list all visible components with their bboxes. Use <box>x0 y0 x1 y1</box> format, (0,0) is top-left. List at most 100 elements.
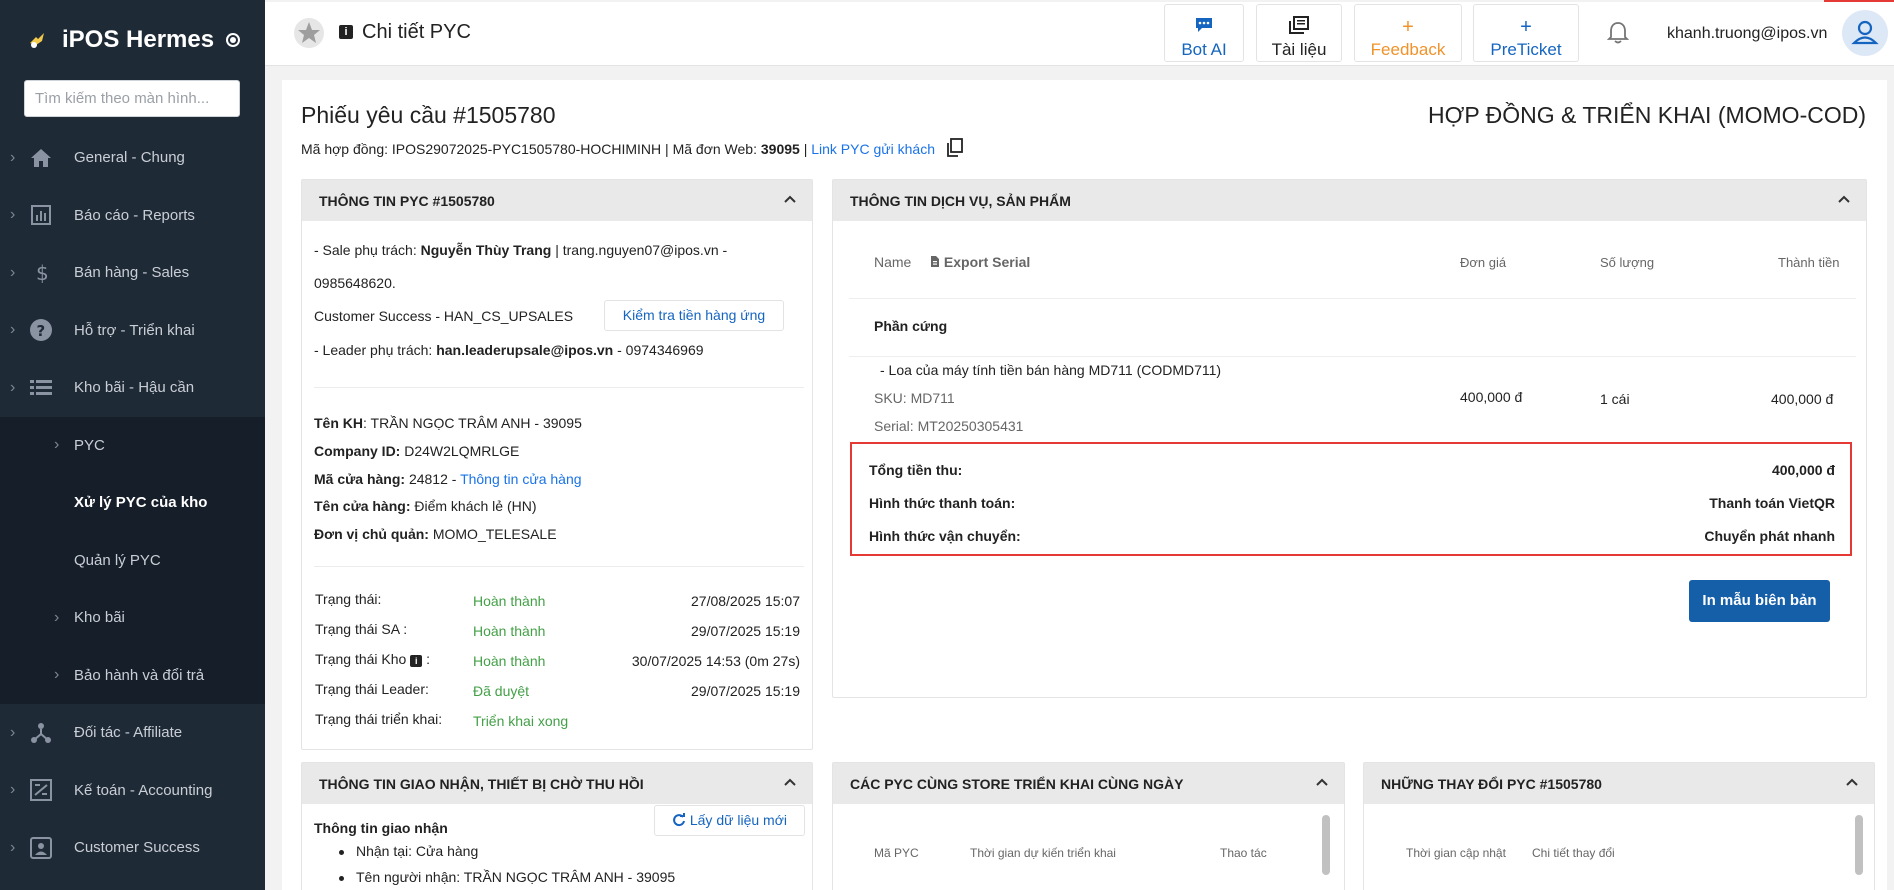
summary-value: Chuyển phát nhanh <box>1704 528 1835 544</box>
col-header: Thời gian cập nhật <box>1406 846 1506 860</box>
report-icon <box>31 205 51 226</box>
sidebar: iPOS Hermes › General - Chung › Báo cáo … <box>0 0 265 890</box>
divider <box>849 356 1856 357</box>
summary-row: Tổng tiền thu: 400,000 đ <box>869 462 1835 478</box>
sidebar-item-sales[interactable]: › $ Bán hàng - Sales <box>0 244 265 302</box>
chevron-right-icon: › <box>54 666 60 684</box>
summary-row: Hình thức vận chuyển: Chuyển phát nhanh <box>869 528 1835 544</box>
chevron-right-icon: › <box>10 263 16 281</box>
company-value: D24W2LQMRLGE <box>404 443 520 459</box>
customer-link[interactable]: Link PYC gửi khách <box>811 141 935 157</box>
sidebar-subitem-process-pyc[interactable]: Xử lý PYC của kho <box>0 474 265 532</box>
summary-value: 400,000 đ <box>1771 462 1835 478</box>
preticket-label: PreTicket <box>1490 40 1562 59</box>
col-price: Đơn giá <box>1460 255 1507 270</box>
scrollbar[interactable] <box>1855 815 1863 875</box>
sidebar-item-support[interactable]: › ? Hỗ trợ - Triển khai <box>0 302 265 360</box>
documents-button[interactable]: Tài liệu <box>1256 4 1342 62</box>
panel-header[interactable]: THÔNG TIN PYC #1505780 <box>302 180 812 221</box>
bell-icon[interactable] <box>1605 20 1631 46</box>
check-advance-button[interactable]: Kiểm tra tiền hàng ứng <box>604 300 784 331</box>
sale-contact: | trang.nguyen07@ipos.vn - <box>555 242 728 258</box>
export-serial-button[interactable]: Export Serial <box>930 254 1030 270</box>
file-icon <box>931 256 939 267</box>
summary-label: Tổng tiền thu: <box>869 462 963 478</box>
sidebar-subitem-warehouse[interactable]: › Kho bãi <box>0 589 265 647</box>
main-content: Phiếu yêu cầu #1505780 Mã hợp đồng: IPOS… <box>282 80 1887 890</box>
brand-title: iPOS Hermes <box>62 26 215 53</box>
status-value: Hoàn thành <box>473 653 546 669</box>
summary-box: Tổng tiền thu: 400,000 đ Hình thức thanh… <box>850 442 1852 556</box>
status-time: 30/07/2025 14:53 (0m 27s) <box>631 653 800 669</box>
home-icon <box>31 148 51 167</box>
status-label: Trạng thái SA : <box>315 621 408 637</box>
avatar[interactable] <box>1842 10 1888 56</box>
col-header: Thao tác <box>1220 846 1267 860</box>
col-header: Chi tiết thay đổi <box>1532 846 1615 860</box>
print-template-button[interactable]: In mẫu biên bản <box>1689 580 1830 622</box>
status-label: Trạng thái triển khai: <box>315 711 443 727</box>
bot-ai-button[interactable]: Bot AI <box>1164 4 1244 62</box>
sidebar-subitem-warranty[interactable]: › Bảo hành và đổi trả <box>0 647 265 705</box>
sidebar-item-affiliate[interactable]: › Đối tác - Affiliate <box>0 704 265 762</box>
panel-header[interactable]: THÔNG TIN DỊCH VỤ, SẢN PHẨM <box>833 180 1866 221</box>
info-icon: i <box>410 655 423 667</box>
status-label-suffix: : <box>422 651 430 667</box>
preticket-button[interactable]: + PreTicket <box>1473 4 1579 62</box>
col-name: Name <box>874 254 912 270</box>
leader-prefix: - Leader phụ trách: <box>314 342 433 358</box>
user-email[interactable]: khanh.truong@ipos.vn <box>1667 25 1827 43</box>
separator: | <box>803 141 808 157</box>
help-icon: ? <box>30 319 52 342</box>
sidebar-subitem-pyc[interactable]: › PYC <box>0 417 265 475</box>
chevron-up-icon[interactable] <box>782 774 798 790</box>
svg-text:$: $ <box>36 261 49 285</box>
star-icon[interactable] <box>293 17 325 49</box>
user-icon <box>1851 20 1879 45</box>
scrollbar[interactable] <box>1322 815 1330 875</box>
customer-icon <box>30 836 52 859</box>
sidebar-item-accounting[interactable]: › Kế toán - Accounting <box>0 762 265 820</box>
same-store-panel: CÁC PYC CÙNG STORE TRIỂN KHAI CÙNG NGÀY … <box>832 762 1345 890</box>
feedback-button[interactable]: + Feedback <box>1354 4 1462 62</box>
sale-name: Nguyễn Thùy Trang <box>420 242 552 258</box>
status-time: 27/08/2025 15:07 <box>691 593 800 609</box>
chevron-up-icon[interactable] <box>1314 774 1330 790</box>
chevron-up-icon[interactable] <box>1836 191 1852 207</box>
store-info-link[interactable]: Thông tin cửa hàng <box>460 471 581 487</box>
col-header: Mã PYC <box>874 846 919 860</box>
leader-line: - Leader phụ trách: han.leaderupsale@ipo… <box>314 342 704 358</box>
sidebar-item-customer-success[interactable]: › Customer Success <box>0 819 265 877</box>
library-icon <box>1257 16 1341 38</box>
documents-label: Tài liệu <box>1271 40 1327 59</box>
chevron-right-icon: › <box>10 206 16 224</box>
request-title: Phiếu yêu cầu #1505780 <box>301 102 556 128</box>
store-code-value: 24812 - <box>408 471 457 487</box>
chevron-up-icon[interactable] <box>1844 774 1860 790</box>
chevron-right-icon: › <box>10 148 16 166</box>
panel-header[interactable]: THÔNG TIN GIAO NHẬN, THIẾT BỊ CHỜ THU HỒ… <box>302 763 812 804</box>
refresh-data-button[interactable]: Lấy dữ liệu mới <box>654 805 805 836</box>
sidebar-item-warehouse[interactable]: › Kho bãi - Hậu cần <box>0 359 265 417</box>
sidebar-search-input[interactable] <box>24 80 240 117</box>
panel-header[interactable]: CÁC PYC CÙNG STORE TRIỂN KHAI CÙNG NGÀY <box>833 763 1344 804</box>
panel-header[interactable]: NHỮNG THAY ĐỔI PYC #1505780 <box>1364 763 1874 804</box>
bullet <box>339 850 344 855</box>
bullet <box>339 876 344 881</box>
panel-title: NHỮNG THAY ĐỔI PYC #1505780 <box>1381 775 1602 792</box>
sidebar-subitem-manage-pyc[interactable]: Quản lý PYC <box>0 532 265 590</box>
bot-ai-label: Bot AI <box>1181 40 1227 59</box>
sidebar-item-reports[interactable]: › Báo cáo - Reports <box>0 187 265 245</box>
chevron-up-icon[interactable] <box>782 191 798 207</box>
sidebar-item-general[interactable]: › General - Chung <box>0 129 265 187</box>
delivery-panel: THÔNG TIN GIAO NHẬN, THIẾT BỊ CHỜ THU HỒ… <box>301 762 813 890</box>
radio-icon[interactable] <box>226 33 241 47</box>
unit-label: Đơn vị chủ quản: <box>314 526 429 542</box>
sale-prefix: - Sale phụ trách: <box>314 242 417 258</box>
status-value: Đã duyệt <box>473 683 530 699</box>
sidebar-item-label: Đối tác - Affiliate <box>74 724 183 742</box>
status-value: Hoàn thành <box>473 623 546 639</box>
brand[interactable]: iPOS Hermes <box>0 0 265 80</box>
customer-label: Tên KH <box>314 415 363 431</box>
copy-icon[interactable] <box>946 138 964 158</box>
